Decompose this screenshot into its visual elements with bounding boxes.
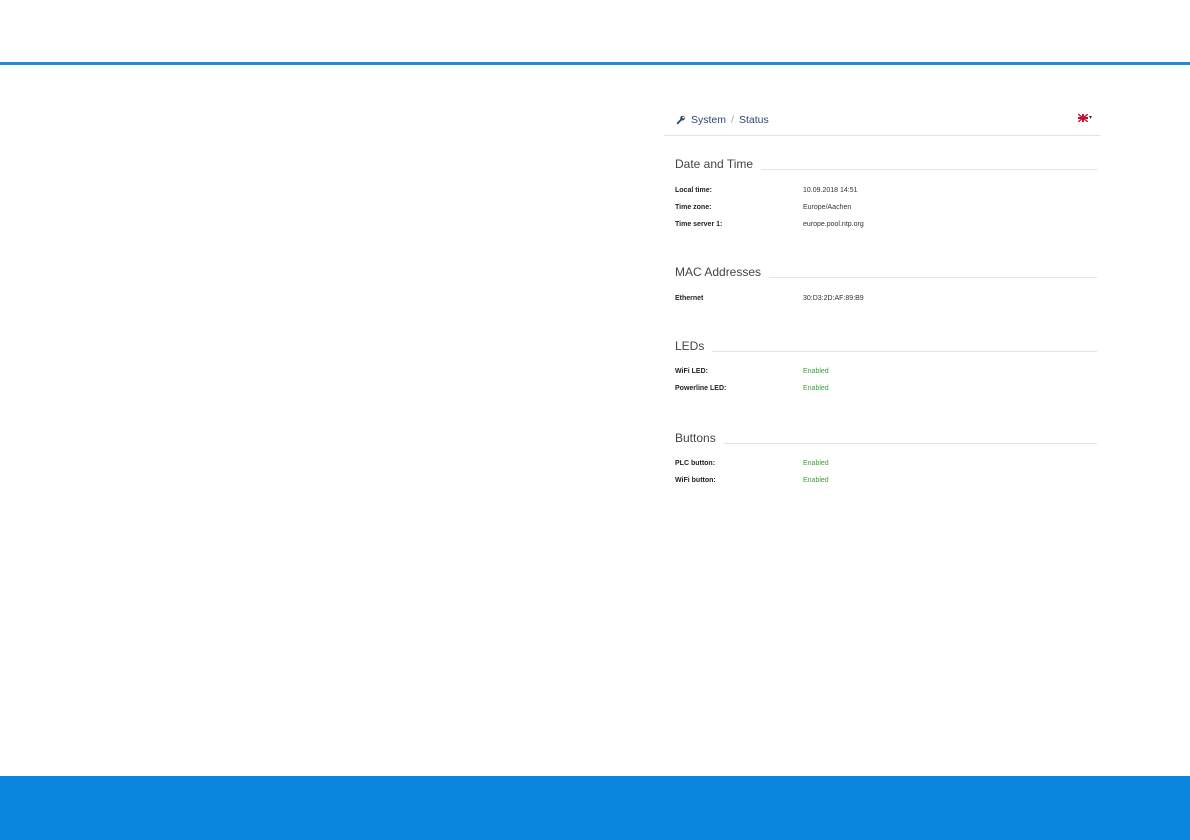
uk-flag-icon — [1077, 113, 1089, 123]
status-enabled: Enabled — [803, 477, 829, 484]
breadcrumb-system-link[interactable]: System — [691, 114, 726, 126]
section-divider — [712, 351, 1097, 352]
section-title: MAC Addresses — [675, 265, 762, 279]
breadcrumb-current: Status — [738, 113, 769, 126]
status-enabled: Enabled — [803, 385, 829, 392]
info-row-time-server: Time server 1: europe.pool.ntp.org — [675, 216, 1097, 233]
status-enabled: Enabled — [803, 368, 829, 375]
row-label: PLC button: — [675, 460, 716, 467]
info-row-time-zone: Time zone: Europe/Aachen — [675, 199, 1097, 216]
breadcrumb: System / Status ▾ — [664, 104, 1100, 136]
row-label: Local time: — [675, 187, 712, 194]
info-row-plc-button: PLC button: Enabled — [675, 455, 1097, 472]
row-label: WiFi button: — [675, 477, 716, 484]
row-value: 30:D3:2D:AF:89:B9 — [803, 295, 864, 302]
row-label: Powerline LED: — [675, 385, 727, 392]
language-selector[interactable]: ▾ — [1077, 113, 1092, 123]
section-title: LEDs — [675, 339, 705, 353]
info-row-wifi-led: WiFi LED: Enabled — [675, 363, 1097, 380]
row-value: europe.pool.ntp.org — [803, 221, 864, 228]
section-title: Buttons — [675, 431, 716, 445]
row-label: WiFi LED: — [675, 368, 708, 375]
info-row-local-time: Local time: 10.09.2018 14:51 — [675, 182, 1097, 199]
status-enabled: Enabled — [803, 460, 829, 467]
row-value: Europe/Aachen — [803, 204, 852, 211]
info-row-wifi-button: WiFi button: Enabled — [675, 472, 1097, 489]
footer-band — [0, 776, 1190, 840]
section-divider — [761, 169, 1097, 170]
section-mac-addresses: MAC Addresses Ethernet 30:D3:2D:AF:89:B9 — [675, 265, 1097, 307]
section-leds: LEDs WiFi LED: Enabled Powerline LED: En… — [675, 339, 1097, 397]
section-divider — [769, 277, 1097, 278]
row-value: 10.09.2018 14:51 — [803, 187, 858, 194]
section-buttons: Buttons PLC button: Enabled WiFi button:… — [675, 431, 1097, 489]
info-row-powerline-led: Powerline LED: Enabled — [675, 380, 1097, 397]
wrench-icon — [676, 115, 686, 125]
row-label: Time zone: — [675, 204, 712, 211]
info-row-ethernet: Ethernet 30:D3:2D:AF:89:B9 — [675, 290, 1097, 307]
breadcrumb-separator: / — [731, 113, 734, 126]
status-panel: System / Status ▾ Date and Time Local ti… — [664, 104, 1100, 489]
chevron-down-icon: ▾ — [1088, 114, 1092, 121]
header-divider — [0, 62, 1190, 65]
section-title: Date and Time — [675, 157, 754, 171]
row-label: Ethernet — [675, 295, 704, 302]
row-label: Time server 1: — [675, 221, 723, 228]
section-divider — [723, 443, 1097, 444]
section-date-time: Date and Time Local time: 10.09.2018 14:… — [675, 157, 1097, 233]
